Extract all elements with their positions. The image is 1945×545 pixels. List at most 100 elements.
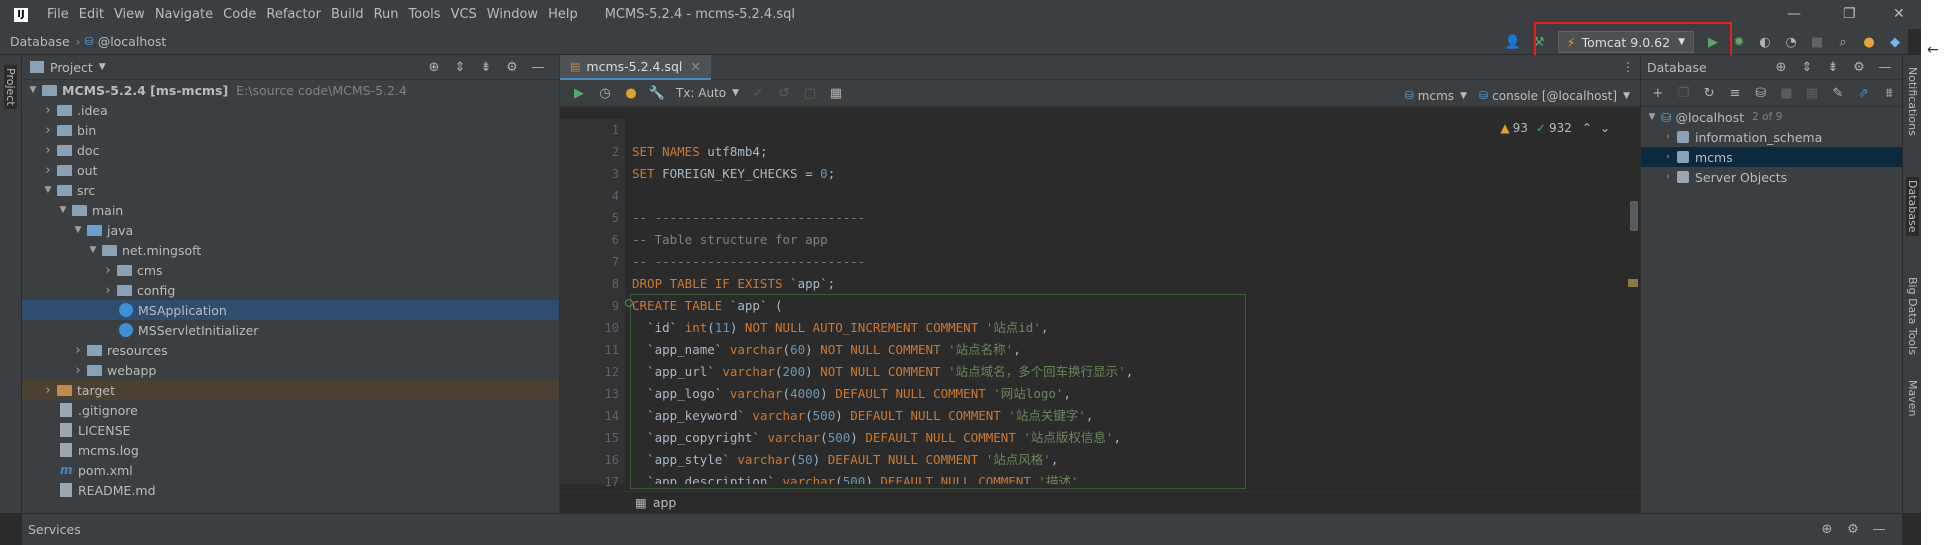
menu-edit[interactable]: Edit — [74, 7, 109, 22]
tree-item[interactable]: .gitignore — [22, 400, 559, 420]
tree-item[interactable]: › doc — [22, 140, 559, 160]
gear-icon[interactable]: ⚙ — [1851, 59, 1867, 75]
settings-wrench-icon[interactable]: 🔧 — [649, 85, 665, 101]
hide-icon[interactable]: — — [530, 59, 546, 75]
console-selector[interactable]: console [@localhost] — [1492, 89, 1617, 103]
filter-icon[interactable]: ⩩ — [1881, 85, 1897, 101]
debug-icon[interactable]: ✹ — [1731, 34, 1747, 50]
copy-icon[interactable]: ❐ — [1676, 85, 1692, 101]
tree-item[interactable]: LICENSE — [22, 420, 559, 440]
hide-icon[interactable]: — — [1877, 59, 1893, 75]
execute-icon[interactable]: ▶ — [571, 85, 587, 101]
prev-highlight-icon[interactable]: ⌃ — [1582, 121, 1592, 135]
tree-item[interactable]: mcms.log — [22, 440, 559, 460]
tree-item[interactable]: ▼ main — [22, 200, 559, 220]
db-schema-node[interactable]: › mcms — [1641, 147, 1902, 167]
properties-icon[interactable]: ≡ — [1727, 85, 1743, 101]
inspection-widget[interactable]: ▲ 93 ✓ 932 ⌃ ⌄ — [1500, 121, 1610, 135]
jump-to-source-icon[interactable]: ⇗ — [1856, 85, 1872, 101]
stop-icon[interactable]: ■ — [1779, 85, 1795, 101]
expand-all-icon[interactable]: ⇕ — [452, 59, 468, 75]
close-icon[interactable]: ✕ — [1893, 6, 1905, 22]
refresh-icon[interactable]: ↻ — [1701, 85, 1717, 101]
menu-refactor[interactable]: Refactor — [261, 7, 326, 22]
project-tool-button[interactable]: Project — [4, 65, 17, 109]
chevron-down-icon[interactable]: ▼ — [1623, 91, 1630, 101]
editor-tab[interactable]: ▤ mcms-5.2.4.sql ✕ — [560, 54, 711, 80]
code-area[interactable]: SET NAMES utf8mb4; SET FOREIGN_KEY_CHECKS… — [632, 119, 1592, 484]
breadcrumb-table[interactable]: app — [653, 495, 677, 510]
editor-scrollbar[interactable] — [1628, 119, 1640, 484]
warning-marker[interactable] — [1628, 279, 1638, 287]
database-tool-button[interactable]: Database — [1906, 177, 1919, 236]
tree-item[interactable]: ▼ net.mingsoft — [22, 240, 559, 260]
locate-icon[interactable]: ⊕ — [426, 59, 442, 75]
menu-run[interactable]: Run — [369, 7, 404, 22]
tree-item[interactable]: m pom.xml — [22, 460, 559, 480]
menu-build[interactable]: Build — [326, 7, 369, 22]
tree-item[interactable]: › .idea — [22, 100, 559, 120]
commit-icon[interactable]: ✓ — [750, 85, 766, 101]
scroll-thumb[interactable] — [1630, 201, 1638, 231]
menu-code[interactable]: Code — [218, 7, 261, 22]
db-host-node[interactable]: ▼ ⛁ @localhost 2 of 9 — [1641, 107, 1902, 127]
back-arrow-icon[interactable]: ← — [1927, 42, 1939, 58]
big-data-tools-button[interactable]: Big Data Tools — [1906, 277, 1919, 355]
rollback-icon[interactable]: ↺ — [776, 85, 792, 101]
more-tabs-icon[interactable]: ⋮ — [1622, 60, 1634, 74]
database-tools-icon[interactable]: ⛁ — [1753, 85, 1769, 101]
locate-icon[interactable]: ⊕ — [1773, 59, 1789, 75]
tree-item[interactable]: MSServletInitializer — [22, 320, 559, 340]
project-panel-title[interactable]: Project — [50, 60, 93, 75]
services-tab[interactable]: Services — [28, 522, 81, 537]
search-icon[interactable]: ⌕ — [1835, 34, 1851, 50]
chevron-down-icon[interactable]: ▼ — [99, 62, 106, 72]
tree-item[interactable]: › out — [22, 160, 559, 180]
add-icon[interactable]: + — [1650, 85, 1666, 101]
restore-icon[interactable]: ❐ — [1843, 6, 1856, 22]
tree-item[interactable]: MSApplication — [22, 300, 559, 320]
hide-icon[interactable]: — — [1871, 522, 1887, 538]
tree-item[interactable]: › bin — [22, 120, 559, 140]
gear-icon[interactable]: ⚙ — [1845, 522, 1861, 538]
collapse-all-icon[interactable]: ⇟ — [478, 59, 494, 75]
menu-tools[interactable]: Tools — [404, 7, 446, 22]
chevron-down-icon[interactable]: ▼ — [732, 88, 739, 98]
tree-item[interactable]: › target — [22, 380, 559, 400]
expand-all-icon[interactable]: ⇕ — [1799, 59, 1815, 75]
tree-item[interactable]: › cms — [22, 260, 559, 280]
ide-logo-icon[interactable]: ◆ — [1887, 34, 1903, 50]
transaction-mode[interactable]: Tx: Auto — [676, 86, 726, 100]
menu-window[interactable]: Window — [482, 7, 543, 22]
menu-navigate[interactable]: Navigate — [150, 7, 218, 22]
collapse-all-icon[interactable]: ⇟ — [1825, 59, 1841, 75]
tree-item[interactable]: › config — [22, 280, 559, 300]
tree-item[interactable]: › resources — [22, 340, 559, 360]
coverage-icon[interactable]: ◐ — [1757, 34, 1773, 50]
update-icon[interactable]: ● — [1861, 34, 1877, 50]
breadcrumb-database[interactable]: Database — [0, 34, 70, 49]
menu-vcs[interactable]: VCS — [446, 7, 482, 22]
locate-icon[interactable]: ⊕ — [1819, 522, 1835, 538]
profile-icon[interactable]: ◔ — [1783, 34, 1799, 50]
chevron-down-icon[interactable]: ▼ — [1460, 91, 1467, 101]
edit-icon[interactable]: ✎ — [1830, 85, 1846, 101]
cancel-icon[interactable]: □ — [802, 85, 818, 101]
db-server-objects-node[interactable]: › Server Objects — [1641, 167, 1902, 187]
tree-item[interactable]: ▼ MCMS-5.2.4 [ms-mcms] E:\source code\MCMS… — [22, 80, 559, 100]
close-tab-icon[interactable]: ✕ — [690, 59, 700, 74]
schema-selector[interactable]: mcms — [1418, 89, 1454, 103]
stop-icon[interactable]: ■ — [1809, 34, 1825, 50]
notifications-tool-button[interactable]: Notifications — [1906, 67, 1919, 136]
breadcrumb-host[interactable]: @localhost — [98, 34, 167, 49]
user-icon[interactable]: 👤 — [1505, 34, 1521, 50]
tree-item[interactable]: README.md — [22, 480, 559, 500]
tree-item[interactable]: ▼ src — [22, 180, 559, 200]
menu-help[interactable]: Help — [543, 7, 583, 22]
next-highlight-icon[interactable]: ⌄ — [1600, 121, 1610, 135]
menu-view[interactable]: View — [109, 7, 150, 22]
tree-item[interactable]: ▼ java — [22, 220, 559, 240]
maven-tool-button[interactable]: Maven — [1906, 380, 1919, 416]
history-icon[interactable]: ◷ — [597, 85, 613, 101]
table-icon[interactable]: ▦ — [1804, 85, 1820, 101]
